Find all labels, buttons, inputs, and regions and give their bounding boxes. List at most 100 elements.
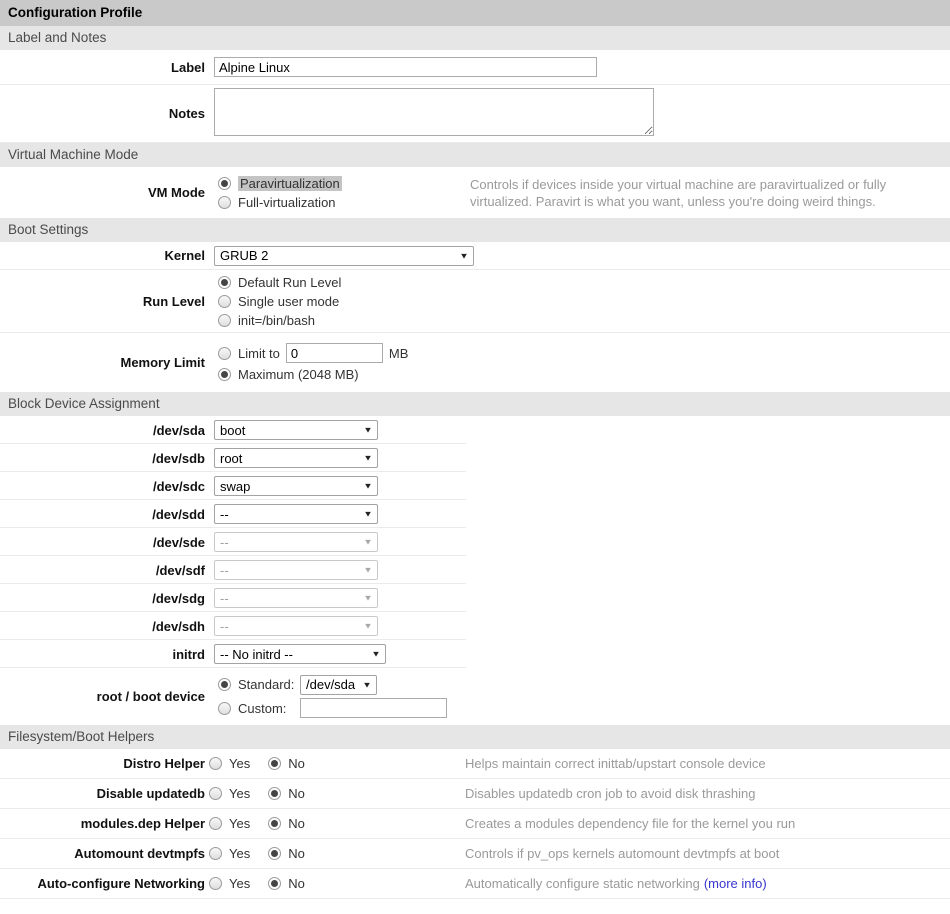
vm-mode-options: Paravirtualization Full-virtualization (214, 174, 461, 212)
vm-mode-paravirtualization-radio[interactable] (218, 177, 231, 190)
distro-helper-help-text: Helps maintain correct inittab/upstart c… (456, 755, 950, 772)
device-sdc-label: /dev/sdc (0, 479, 205, 494)
device-sdd-select-value: -- (220, 507, 229, 522)
device-sdc-select[interactable]: swap ▼ (214, 476, 378, 496)
vm-mode-full-virtualization-radio[interactable] (218, 196, 231, 209)
modules-dep-yes-radio[interactable] (209, 817, 222, 830)
device-sdb-select-value: root (220, 451, 242, 466)
label-row: Label (0, 50, 950, 85)
device-sdg-select-value: -- (220, 591, 229, 606)
notes-field-label: Notes (0, 106, 205, 121)
section-header-block-device-assignment: Block Device Assignment (0, 392, 950, 416)
vm-mode-help-text: Controls if devices inside your virtual … (461, 176, 950, 210)
block-device-row-sdh: /dev/sdh -- ▼ (0, 612, 950, 640)
run-level-init-bash-radio[interactable] (218, 314, 231, 327)
device-sdd-label: /dev/sdd (0, 507, 205, 522)
memory-maximum-radio[interactable] (218, 368, 231, 381)
block-device-row-sdb: /dev/sdb root ▼ (0, 444, 950, 472)
disable-updatedb-no-radio[interactable] (268, 787, 281, 800)
kernel-select-value: GRUB 2 (220, 248, 268, 263)
root-boot-device-row: root / boot device Standard: /dev/sda ▼ … (0, 668, 950, 725)
chevron-down-icon: ▼ (363, 622, 373, 631)
automount-devtmpfs-no-label: No (288, 846, 305, 861)
run-level-options: Default Run Level Single user mode init=… (214, 273, 461, 330)
device-sdb-select[interactable]: root ▼ (214, 448, 378, 468)
block-device-row-sdc: /dev/sdc swap ▼ (0, 472, 950, 500)
root-boot-device-label: root / boot device (0, 689, 205, 704)
initrd-label: initrd (0, 647, 205, 662)
device-sdg-label: /dev/sdg (0, 591, 205, 606)
root-boot-device-options: Standard: /dev/sda ▼ Custom: (214, 673, 461, 720)
memory-limit-input[interactable] (286, 343, 383, 363)
disable-updatedb-label: Disable updatedb (0, 786, 205, 801)
root-boot-standard-select[interactable]: /dev/sda ▼ (300, 675, 377, 695)
initrd-select-value: -- No initrd -- (220, 647, 293, 662)
root-boot-custom-input[interactable] (300, 698, 447, 718)
auto-configure-networking-yes-radio[interactable] (209, 877, 222, 890)
device-sdf-select[interactable]: -- ▼ (214, 560, 378, 580)
auto-configure-networking-yes-label: Yes (229, 876, 250, 891)
disable-updatedb-yes-radio[interactable] (209, 787, 222, 800)
root-boot-standard-radio[interactable] (218, 678, 231, 691)
memory-limit-to-radio[interactable] (218, 347, 231, 360)
automount-devtmpfs-no-radio[interactable] (268, 847, 281, 860)
block-device-row-sdg: /dev/sdg -- ▼ (0, 584, 950, 612)
distro-helper-yes-label: Yes (229, 756, 250, 771)
auto-configure-networking-help-text: Automatically configure static networkin… (456, 875, 950, 892)
run-level-default-label: Default Run Level (238, 275, 341, 290)
vm-mode-full-virtualization-label: Full-virtualization (238, 195, 336, 210)
modules-dep-no-label: No (288, 816, 305, 831)
section-header-filesystem-boot-helpers: Filesystem/Boot Helpers (0, 725, 950, 749)
modules-dep-help-text: Creates a modules dependency file for th… (456, 815, 950, 832)
run-level-default-radio[interactable] (218, 276, 231, 289)
device-sda-label: /dev/sda (0, 423, 205, 438)
auto-configure-networking-help-span: Automatically configure static networkin… (465, 876, 700, 891)
distro-helper-yes-radio[interactable] (209, 757, 222, 770)
chevron-down-icon: ▼ (363, 426, 373, 435)
device-sdf-label: /dev/sdf (0, 563, 205, 578)
more-info-link[interactable]: (more info) (704, 876, 767, 891)
section-header-boot-settings: Boot Settings (0, 218, 950, 242)
device-sdh-label: /dev/sdh (0, 619, 205, 634)
memory-limit-unit: MB (389, 346, 409, 361)
notes-textarea[interactable] (214, 88, 654, 136)
root-boot-standard-select-value: /dev/sda (306, 677, 355, 692)
memory-limit-to-label: Limit to (238, 346, 280, 361)
initrd-select[interactable]: -- No initrd -- ▼ (214, 644, 386, 664)
memory-limit-row: Memory Limit Limit to MB Maximum (2048 M… (0, 333, 950, 392)
initrd-row: initrd -- No initrd -- ▼ (0, 640, 950, 668)
chevron-down-icon: ▼ (363, 594, 373, 603)
run-level-init-bash-label: init=/bin/bash (238, 313, 315, 328)
kernel-select[interactable]: GRUB 2 ▼ (214, 246, 474, 266)
device-sde-label: /dev/sde (0, 535, 205, 550)
device-sde-select[interactable]: -- ▼ (214, 532, 378, 552)
label-field-label: Label (0, 60, 205, 75)
automount-devtmpfs-yes-radio[interactable] (209, 847, 222, 860)
device-sdg-select[interactable]: -- ▼ (214, 588, 378, 608)
vm-mode-row: VM Mode Paravirtualization Full-virtuali… (0, 167, 950, 218)
memory-limit-options: Limit to MB Maximum (2048 MB) (214, 341, 514, 384)
chevron-down-icon: ▼ (363, 482, 373, 491)
auto-configure-networking-no-radio[interactable] (268, 877, 281, 890)
distro-helper-row: Distro Helper Yes No Helps maintain corr… (0, 749, 950, 779)
run-level-single-user-radio[interactable] (218, 295, 231, 308)
device-sda-select[interactable]: boot ▼ (214, 420, 378, 440)
device-sdh-select-value: -- (220, 619, 229, 634)
root-boot-custom-label: Custom: (238, 701, 300, 716)
section-header-label-and-notes: Label and Notes (0, 26, 950, 50)
root-boot-custom-radio[interactable] (218, 702, 231, 715)
device-sde-select-value: -- (220, 535, 229, 550)
distro-helper-no-radio[interactable] (268, 757, 281, 770)
device-sdh-select[interactable]: -- ▼ (214, 616, 378, 636)
device-sdd-select[interactable]: -- ▼ (214, 504, 378, 524)
label-input[interactable] (214, 57, 597, 77)
modules-dep-no-radio[interactable] (268, 817, 281, 830)
kernel-label: Kernel (0, 248, 205, 263)
vm-mode-paravirtualization-label: Paravirtualization (238, 176, 342, 191)
notes-field-control (214, 88, 674, 139)
chevron-down-icon: ▼ (363, 538, 373, 547)
auto-configure-networking-row: Auto-configure Networking Yes No Automat… (0, 869, 950, 899)
block-device-row-sda: /dev/sda boot ▼ (0, 416, 950, 444)
automount-devtmpfs-label: Automount devtmpfs (0, 846, 205, 861)
device-sdf-select-value: -- (220, 563, 229, 578)
